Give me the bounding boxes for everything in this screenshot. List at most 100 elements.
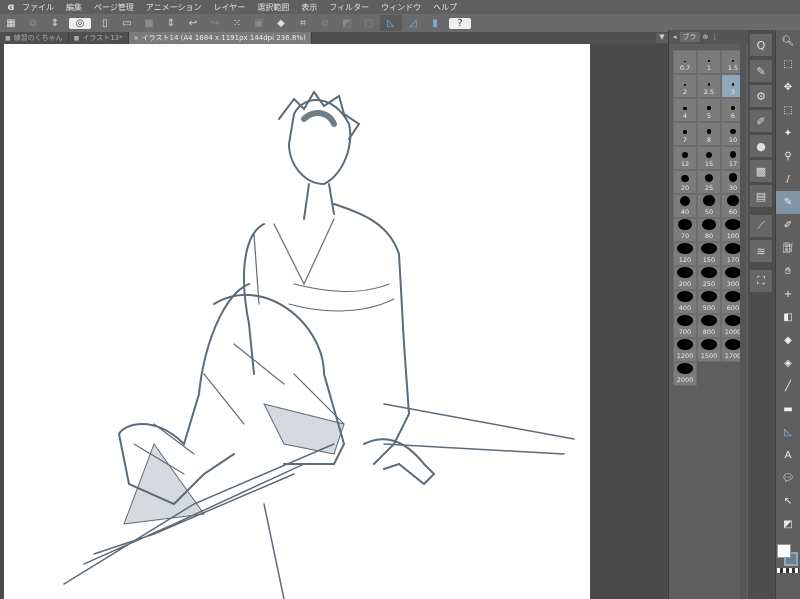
deselect-icon[interactable]: ⁙ bbox=[226, 15, 248, 31]
menu-selection[interactable]: 選択範囲 bbox=[257, 2, 289, 13]
brush-size-cell[interactable]: 2 bbox=[673, 74, 697, 98]
brush-size-cell[interactable]: 5 bbox=[697, 98, 721, 122]
clip-studio-icon[interactable]: ◎ bbox=[69, 17, 91, 29]
ruler-tool-icon[interactable]: ◺ bbox=[776, 421, 800, 444]
brush-size-cell[interactable]: 800 bbox=[697, 314, 721, 338]
brush-size-cell[interactable]: 20 bbox=[673, 170, 697, 194]
transfer-icon[interactable]: ⧉ bbox=[22, 15, 44, 31]
panel-tab-icon-2[interactable]: ⋮ bbox=[711, 33, 718, 41]
clear-icon[interactable]: ⊘ bbox=[314, 15, 336, 31]
special-ruler-snap-icon[interactable]: ◿ bbox=[402, 15, 424, 31]
menu-edit[interactable]: 編集 bbox=[66, 2, 82, 13]
sub-tool-pen-icon[interactable]: ✎ bbox=[750, 60, 772, 82]
menu-view[interactable]: 表示 bbox=[301, 2, 317, 13]
operation-tool-icon[interactable]: ⬚ bbox=[776, 53, 800, 76]
menu-file[interactable]: ファイル bbox=[22, 2, 54, 13]
tab-document-3[interactable]: × イラスト14 (A4 1684 x 1191px 144dpi 236.8%) bbox=[128, 32, 312, 44]
canvas-paper[interactable] bbox=[4, 44, 590, 599]
correct-line-tool-icon[interactable]: ↖ bbox=[776, 490, 800, 513]
close-icon[interactable]: ■ bbox=[74, 35, 80, 42]
panel-tab-icon[interactable]: ⊕ bbox=[703, 33, 709, 41]
brush-size-cell[interactable]: 700 bbox=[673, 314, 697, 338]
open-folder-icon[interactable]: ▭ bbox=[116, 15, 138, 31]
gradient-tool-icon[interactable]: ◩ bbox=[776, 513, 800, 536]
redo-icon[interactable]: ↪ bbox=[204, 15, 226, 31]
auto-select-tool-icon[interactable]: ✦ bbox=[776, 122, 800, 145]
frame-tool-icon[interactable]: ▬ bbox=[776, 398, 800, 421]
new-file-icon[interactable]: ▯ bbox=[94, 15, 116, 31]
menu-help[interactable]: ヘルプ bbox=[433, 2, 457, 13]
material-icon[interactable]: ▤ bbox=[750, 185, 772, 207]
brush-size-cell[interactable]: 7 bbox=[673, 122, 697, 146]
zoom-tool-icon[interactable]: 🔍︎ bbox=[776, 30, 800, 53]
layer-property-icon[interactable]: ⟋ bbox=[750, 215, 772, 237]
canvas-area[interactable] bbox=[0, 44, 668, 599]
brush-size-cell[interactable]: 200 bbox=[673, 266, 697, 290]
text-tool-icon[interactable]: A bbox=[776, 444, 800, 467]
brush-size-cell[interactable]: 80 bbox=[697, 218, 721, 242]
menu-animation[interactable]: アニメーション bbox=[146, 2, 202, 13]
transform-icon[interactable]: ⌗ bbox=[292, 15, 314, 31]
layer-icon[interactable]: ≋ bbox=[750, 240, 772, 262]
sub-tool-settings-icon[interactable]: ⚙ bbox=[750, 85, 772, 107]
brush-size-cell[interactable]: 0.7 bbox=[673, 50, 697, 74]
tab-menu-chevron-icon[interactable]: ▼ bbox=[656, 33, 668, 43]
undo-icon[interactable]: ↩ bbox=[182, 15, 204, 31]
eyedropper-tool-icon[interactable]: ⚲ bbox=[776, 145, 800, 168]
panel-collapse-icon[interactable]: ◂ bbox=[673, 33, 677, 41]
brush-size-cell[interactable]: 4 bbox=[673, 98, 697, 122]
app-logo-icon[interactable]: ɞ bbox=[0, 2, 22, 13]
pencil-tool-icon[interactable]: ✎ bbox=[776, 191, 800, 214]
pen-tool-icon[interactable]: / bbox=[776, 168, 800, 191]
airbrush-tool-icon[interactable]: ⛽︎ bbox=[776, 237, 800, 260]
ruler-snap-icon[interactable]: ◺ bbox=[380, 15, 402, 31]
brush-panel-scrollbar[interactable] bbox=[740, 44, 746, 599]
brush-size-cell[interactable]: 400 bbox=[673, 290, 697, 314]
brush-size-cell[interactable]: 40 bbox=[673, 194, 697, 218]
fill-tool-icon[interactable]: ◆ bbox=[776, 329, 800, 352]
menu-layer[interactable]: レイヤー bbox=[214, 2, 246, 13]
menu-filter[interactable]: フィルター bbox=[329, 2, 369, 13]
brush-size-cell[interactable]: 250 bbox=[697, 266, 721, 290]
brush-size-cell[interactable]: 25 bbox=[697, 170, 721, 194]
updown2-icon[interactable]: ⇕ bbox=[160, 15, 182, 31]
menu-window[interactable]: ウィンドウ bbox=[381, 2, 421, 13]
tab-document-2[interactable]: ■ イラスト13* bbox=[69, 32, 129, 44]
eraser-tool-icon[interactable]: + bbox=[776, 283, 800, 306]
balloon-tool-icon[interactable]: 💬︎ bbox=[776, 467, 800, 490]
invert-selection-icon[interactable]: ▣ bbox=[248, 15, 270, 31]
save-icon[interactable]: ■ bbox=[138, 15, 160, 31]
clear-outside-icon[interactable]: ◩ bbox=[336, 15, 358, 31]
menu-page[interactable]: ページ管理 bbox=[94, 2, 134, 13]
brush-size-cell[interactable]: 500 bbox=[697, 290, 721, 314]
search-layer-icon[interactable]: ⛶ bbox=[750, 270, 772, 292]
brush-tool-icon[interactable]: ✐ bbox=[776, 214, 800, 237]
brush-size-cell[interactable]: 2.5 bbox=[697, 74, 721, 98]
brush-size-cell[interactable]: 2000 bbox=[673, 362, 697, 386]
transparent-color-swatch[interactable] bbox=[777, 568, 799, 573]
selection-tool-icon[interactable]: ⬚ bbox=[776, 99, 800, 122]
figure-tool-icon[interactable]: ╱ bbox=[776, 375, 800, 398]
grid-icon[interactable]: ▦ bbox=[0, 15, 22, 31]
fill-icon[interactable]: ◆ bbox=[270, 15, 292, 31]
brush-size-cell[interactable]: 150 bbox=[697, 242, 721, 266]
decoration-tool-icon[interactable]: ✋︎ bbox=[776, 260, 800, 283]
help-icon[interactable]: ? bbox=[449, 17, 471, 29]
brush-size-cell[interactable]: 120 bbox=[673, 242, 697, 266]
gradient-fill-tool-icon[interactable]: ◈ bbox=[776, 352, 800, 375]
brush-size-cell[interactable]: 12 bbox=[673, 146, 697, 170]
close-icon[interactable]: × bbox=[134, 35, 139, 42]
move-layer-tool-icon[interactable]: ✥ bbox=[776, 76, 800, 99]
tab-document-1[interactable]: ■ 練習のくちゃん bbox=[0, 32, 69, 44]
brush-size-cell[interactable]: 50 bbox=[697, 194, 721, 218]
crop-icon[interactable]: ▢ bbox=[358, 15, 380, 31]
blend-tool-icon[interactable]: ◧ bbox=[776, 306, 800, 329]
brush-size-cell[interactable]: 1 bbox=[697, 50, 721, 74]
brush-size-cell[interactable]: 1500 bbox=[697, 338, 721, 362]
close-icon[interactable]: ■ bbox=[5, 35, 11, 42]
main-color-swatch[interactable] bbox=[777, 544, 791, 558]
grid-snap-icon[interactable]: ▮ bbox=[424, 15, 446, 31]
color-set-icon[interactable]: ▩ bbox=[750, 160, 772, 182]
brush-size-cell[interactable]: 1200 bbox=[673, 338, 697, 362]
brush-size-tab[interactable]: ブラ bbox=[679, 32, 700, 42]
